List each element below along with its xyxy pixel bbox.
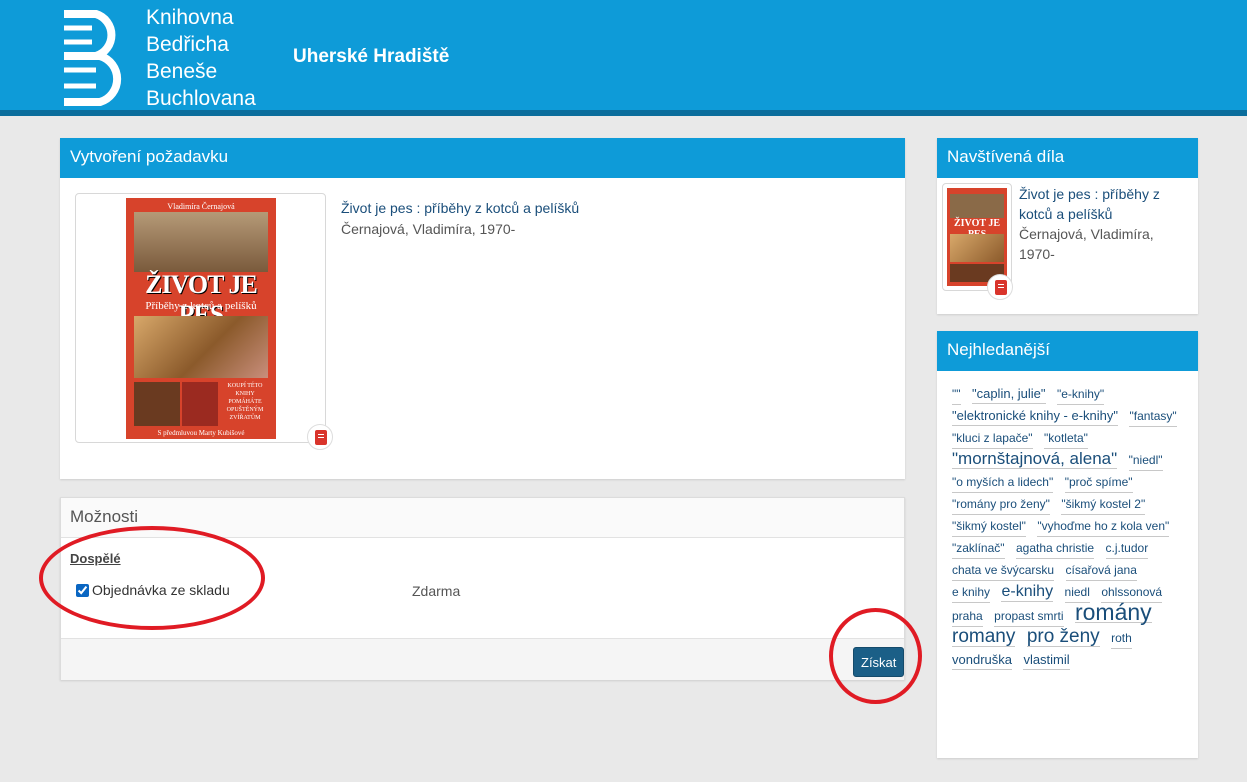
cover-horse-photo [134, 382, 180, 426]
library-name-line: Buchlovana [146, 87, 256, 110]
search-tag[interactable]: "šikmý kostel" [952, 517, 1026, 537]
visited-author: Černajová, Vladimíra, 1970- [1019, 226, 1154, 262]
cover-dog-photo [134, 212, 268, 272]
search-tag[interactable]: romány [1074, 601, 1152, 624]
request-panel-heading: Vytvoření požadavku [60, 138, 905, 178]
search-tag[interactable]: "niedl" [1128, 451, 1163, 471]
library-name-line: Bedřicha [146, 33, 229, 56]
search-tag[interactable]: romany [952, 627, 1016, 647]
search-tag[interactable]: "kluci z lapače" [952, 429, 1033, 449]
library-logo[interactable] [58, 6, 138, 106]
search-tag[interactable]: "caplin, julie" [971, 384, 1046, 404]
search-tag[interactable]: chata ve švýcarsku [952, 561, 1055, 581]
search-tag[interactable]: "e-knihy" [1056, 385, 1105, 405]
search-tag[interactable]: pro ženy [1026, 627, 1100, 647]
search-tag[interactable]: e-knihy [1001, 582, 1054, 602]
search-tag[interactable]: praha [952, 607, 983, 627]
library-name-line: Knihovna [146, 6, 234, 29]
library-name-line: Beneše [146, 60, 218, 83]
search-tag[interactable]: "kotleta" [1044, 429, 1088, 449]
tag-cloud: "" "caplin, julie" "e-knihy" "elektronic… [952, 383, 1187, 671]
get-button[interactable]: Získat [853, 647, 905, 677]
search-tag[interactable]: vondruška [952, 650, 1012, 670]
options-footer: Získat [61, 638, 905, 680]
search-tag[interactable]: "vyhoďme ho z kola ven" [1037, 517, 1170, 537]
search-tag[interactable]: agatha christie [1016, 539, 1095, 559]
site-header: Knihovna Bedřicha Beneše Buchlovana Uher… [0, 0, 1247, 116]
cover-subtitle: Příběhy z kotců a pelíšků [145, 300, 257, 312]
search-tag[interactable]: "o myších a lidech" [952, 473, 1054, 493]
options-group-label: Dospělé [70, 551, 121, 566]
search-tag[interactable]: roth [1111, 629, 1132, 649]
library-name[interactable]: Knihovna Bedřicha Beneše Buchlovana [146, 4, 256, 112]
search-tag[interactable]: císařová jana [1065, 561, 1137, 581]
search-tag[interactable]: "fantasy" [1129, 407, 1177, 427]
stock-order-label: Objednávka ze skladu [92, 582, 230, 598]
cover-small-photo [182, 382, 218, 426]
option-price: Zdarma [412, 583, 461, 599]
cover-girl-dog-photo [134, 316, 268, 378]
most-searched-heading: Nejhledanější [937, 331, 1198, 371]
cover-box-text: KOUPÍ TÉTO KNIHY POMÁHÁTE OPUŠTĚNÝM ZVÍŘ… [226, 383, 264, 421]
options-heading: Možnosti [61, 498, 904, 538]
city-name: Uherské Hradiště [293, 46, 450, 67]
search-tag[interactable]: "" [952, 385, 961, 405]
search-tag[interactable]: "romány pro ženy" [952, 495, 1050, 515]
most-searched-panel: Nejhledanější "" "caplin, julie" "e-knih… [937, 331, 1198, 758]
search-tag[interactable]: c.j.tudor [1105, 539, 1149, 559]
visited-cover-image[interactable]: ŽIVOT JE PES [947, 188, 1007, 286]
search-tag[interactable]: "mornštajnová, alena" [952, 449, 1118, 469]
search-tag[interactable]: "elektronické knihy - e-knihy" [952, 406, 1119, 426]
book-icon [987, 274, 1013, 300]
search-tag[interactable]: vlastimil [1023, 650, 1070, 670]
search-tag[interactable]: e knihy [952, 583, 991, 603]
search-tag[interactable]: "zaklínač" [952, 539, 1005, 559]
book-cover-frame[interactable]: Vladimíra Černajová ŽIVOT JE PES Příběhy… [75, 193, 326, 443]
visited-works-panel: Navštívená díla ŽIVOT JE PES Život je pe… [937, 138, 1198, 314]
stock-order-checkbox[interactable] [76, 583, 89, 597]
search-tag[interactable]: "proč spíme" [1064, 473, 1133, 493]
cover-footer: S předmluvou Marty Kubišové [157, 429, 245, 437]
request-panel: Vytvoření požadavku Vladimíra Černajová … [60, 138, 905, 479]
search-tag[interactable]: "šikmý kostel 2" [1061, 495, 1146, 515]
book-icon [307, 424, 333, 450]
visited-heading: Navštívená díla [937, 138, 1198, 178]
book-title-link[interactable]: Život je pes : příběhy z kotců a pelíšků [341, 200, 579, 216]
options-panel: Možnosti Dospělé Objednávka ze skladu Zd… [60, 497, 905, 680]
cover-author: Vladimíra Černajová [167, 202, 235, 211]
visited-title-link[interactable]: Život je pes : příběhy z kotců a pelíšků [1019, 184, 1189, 224]
book-author: Černajová, Vladimíra, 1970- [341, 221, 516, 237]
search-tag[interactable]: propast smrti [994, 607, 1064, 627]
stock-order-option[interactable]: Objednávka ze skladu [76, 582, 230, 598]
book-cover-image[interactable]: Vladimíra Černajová ŽIVOT JE PES Příběhy… [126, 198, 276, 439]
